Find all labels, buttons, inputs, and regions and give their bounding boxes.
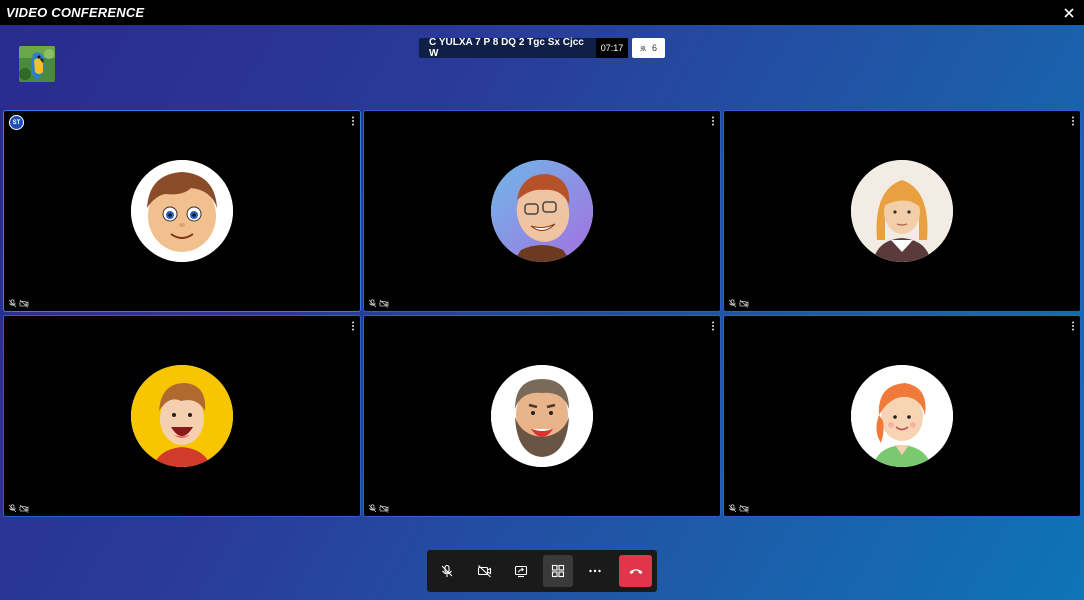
share-screen-button[interactable] [506, 555, 537, 587]
tile-menu-icon[interactable] [351, 116, 355, 126]
tile-status [728, 504, 749, 513]
participants-button[interactable]: 6 [632, 38, 665, 58]
camera-off-icon [19, 299, 29, 308]
camera-off-icon [477, 565, 491, 578]
meeting-timer: 07:17 [596, 38, 628, 58]
call-controls [427, 550, 657, 592]
participant-count: 6 [651, 43, 657, 53]
tile-menu-icon[interactable] [711, 116, 715, 126]
meeting-name: C YULXA 7 P 8 DQ 2 Tgc Sx Cjcc W [419, 37, 596, 59]
tile-status [368, 504, 389, 513]
tile-status [368, 299, 389, 308]
tile-status [8, 299, 29, 308]
camera-button[interactable] [469, 555, 500, 587]
hang-up-icon [629, 569, 643, 574]
close-icon[interactable] [1062, 6, 1076, 20]
meeting-info-bar: C YULXA 7 P 8 DQ 2 Tgc Sx Cjcc W 07:17 6 [419, 37, 665, 59]
mic-off-icon [8, 504, 17, 513]
tile-menu-icon[interactable] [1071, 116, 1075, 126]
bearded-man-avatar [491, 365, 593, 467]
boy-yellow-bg-avatar [131, 365, 233, 467]
camera-off-icon [379, 504, 389, 513]
mic-off-icon [442, 564, 453, 577]
grid-layout-icon [551, 564, 565, 578]
tile-menu-icon[interactable] [351, 321, 355, 331]
participant-tile[interactable] [363, 110, 721, 312]
mic-off-icon [368, 299, 377, 308]
girl-red-hair-avatar [851, 365, 953, 467]
video-grid: ST [3, 110, 1081, 517]
tile-status [728, 299, 749, 308]
mic-off-icon [728, 299, 737, 308]
speaker-badge: ST [9, 115, 24, 130]
participant-tile[interactable] [723, 315, 1081, 517]
screen-share-icon [515, 565, 528, 578]
participant-tile[interactable] [363, 315, 721, 517]
hang-up-button[interactable] [619, 555, 652, 587]
man-glasses-avatar [491, 160, 593, 262]
window-title: VIDEO CONFERENCE [6, 5, 145, 20]
mute-button[interactable] [432, 555, 463, 587]
tile-menu-icon[interactable] [711, 321, 715, 331]
camera-off-icon [739, 299, 749, 308]
participant-tile[interactable] [723, 110, 1081, 312]
participant-tile[interactable]: ST [3, 110, 361, 312]
more-options-button[interactable] [579, 555, 610, 587]
participant-tile[interactable] [3, 315, 361, 517]
tile-menu-icon[interactable] [1071, 321, 1075, 331]
more-icon [589, 569, 601, 573]
grid-view-button[interactable] [542, 555, 574, 587]
camera-off-icon [379, 299, 389, 308]
tile-status [8, 504, 29, 513]
camera-off-icon [739, 504, 749, 513]
self-view-thumbnail[interactable] [19, 46, 55, 82]
mic-off-icon [728, 504, 737, 513]
woman-blonde-avatar [851, 160, 953, 262]
participants-icon [640, 45, 646, 51]
boy-brown-hair-avatar [131, 160, 233, 262]
camera-off-icon [19, 504, 29, 513]
mic-off-icon [8, 299, 17, 308]
title-bar: VIDEO CONFERENCE [0, 0, 1084, 25]
mic-off-icon [368, 504, 377, 513]
